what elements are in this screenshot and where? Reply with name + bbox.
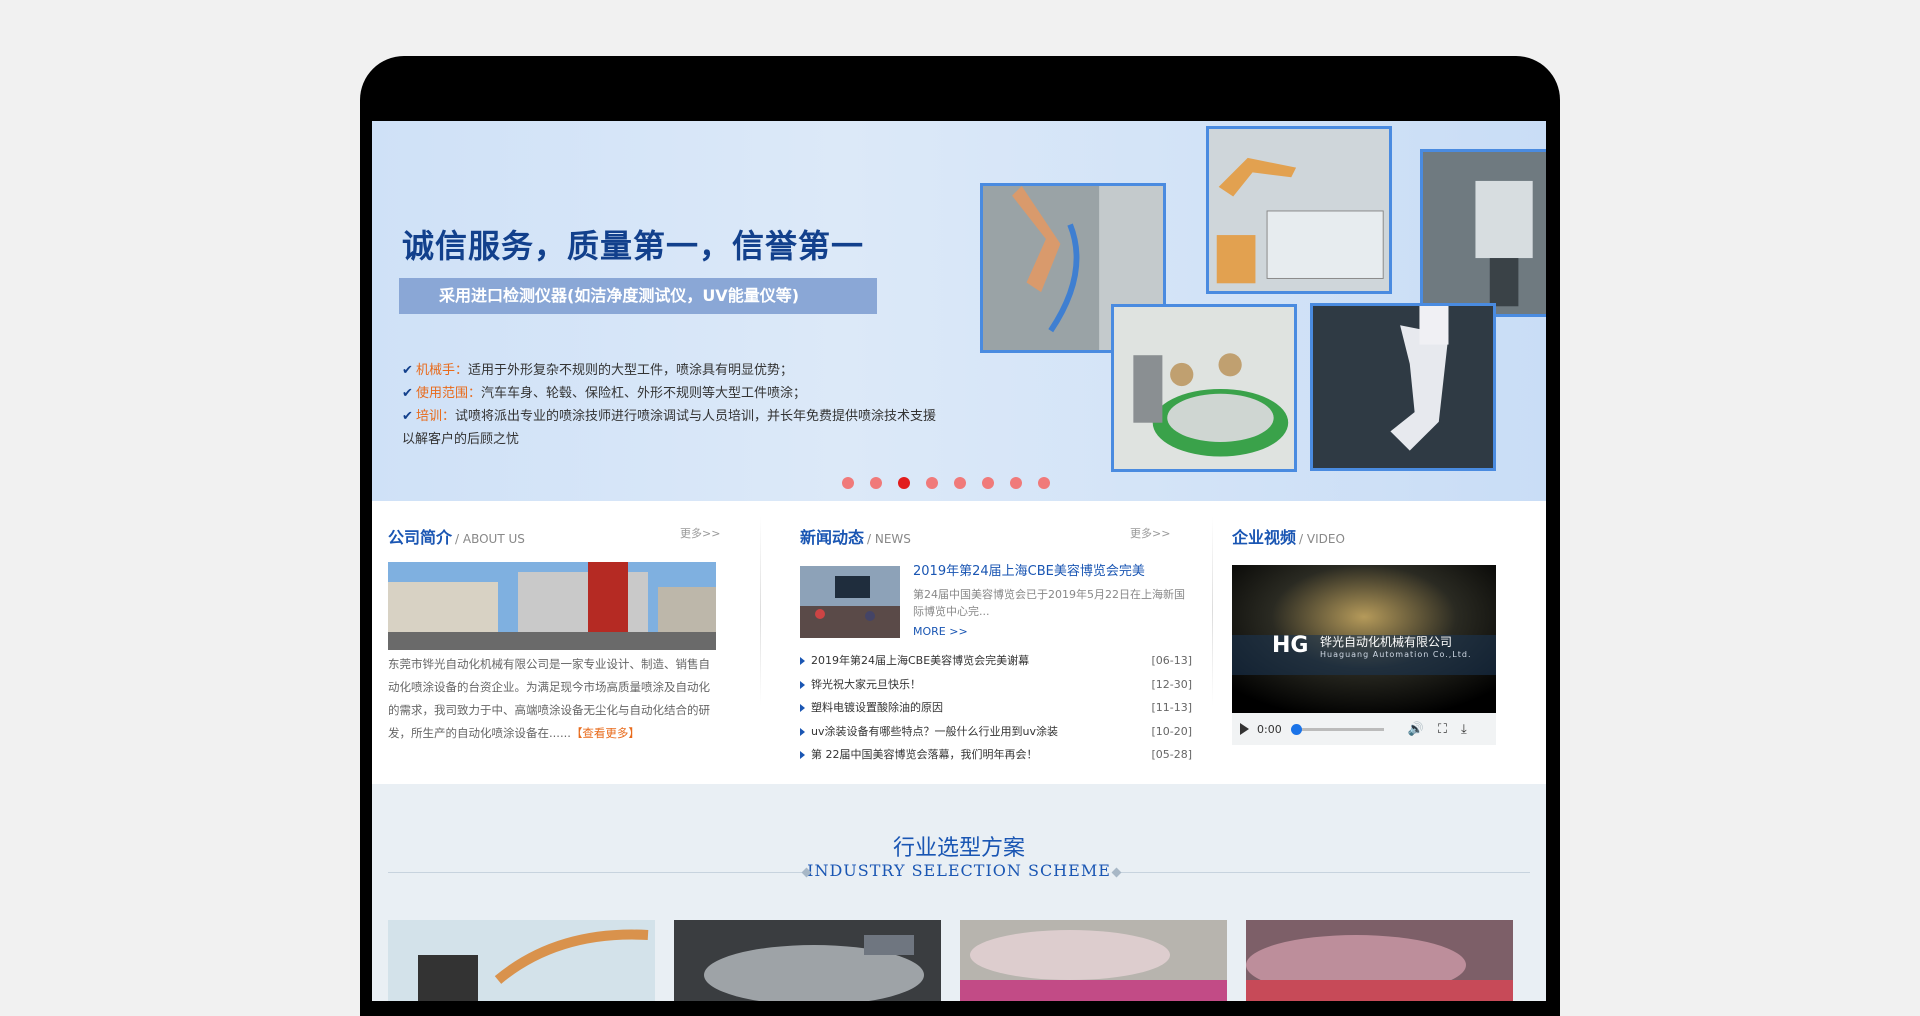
company-building-image [388,562,716,650]
video-progress-slider[interactable] [1290,723,1384,735]
slide-dot[interactable] [1010,477,1022,489]
check-icon: ✔ [402,409,413,424]
feature-2: ✔ 使用范围：汽车车身、轮毂、保险杠、外形不规则等大型工件喷涂； [402,382,962,405]
news-item[interactable]: 铧光祝大家元旦快乐！ [12-30] [800,673,1192,697]
case-spray-mist[interactable] [674,920,941,1001]
about-description: 东莞市铧光自动化机械有限公司是一家专业设计、制造、销售自动化喷涂设备的台资企业。… [388,657,710,740]
hg-logo-icon: HG [1272,633,1309,658]
news-more-link[interactable]: 更多>> [1130,525,1170,541]
feature-1: ✔ 机械手：适用于外形复杂不规则的大型工件，喷涂具有明显优势； [402,359,962,382]
feature-3: ✔ 培训：试喷将派出专业的喷涂技师进行喷涂调试与人员培训，并长年免费提供喷涂技术支… [402,405,962,428]
news-item[interactable]: uv涂装设备有哪些特点？一般什么行业用到uv涂装 [10-20] [800,720,1192,744]
about-more-link[interactable]: 更多>> [680,525,720,541]
news-item-date: [12-30] [1151,677,1192,691]
news-item[interactable]: 第 22届中国美容博览会落幕，我们明年再会！ [05-28] [800,743,1192,767]
slide-dot[interactable] [898,477,910,489]
news-thumbnail[interactable] [800,566,900,638]
slide-dot[interactable] [842,477,854,489]
slide-dot[interactable] [1038,477,1050,489]
slide-dot[interactable] [982,477,994,489]
slide-dot[interactable] [870,477,882,489]
news-item-title: 塑料电镀设置酸除油的原因 [811,701,943,714]
industry-subtitle: INDUSTRY SELECTION SCHEME [807,861,1111,880]
download-icon[interactable]: ⤓ [1461,722,1467,737]
play-icon[interactable] [1240,723,1249,735]
column-divider [1212,516,1213,706]
spray-booth-photo [1206,126,1392,294]
banner-strip: 采用进口检测仪器(如洁净度测试仪，UV能量仪等) [399,278,877,314]
industry-title: 行业选型方案 [892,836,1025,861]
read-more-link[interactable]: 【查看更多】 [571,726,640,740]
divider-right [1116,872,1530,873]
hero-banner: 诚信服务，质量第一，信誉第一 采用进口检测仪器(如洁净度测试仪，UV能量仪等) … [372,121,1546,501]
case-robot-arm[interactable] [388,920,655,1001]
news-item[interactable]: 2019年第24届上海CBE美容博览会完美谢幕 [06-13] [800,649,1192,673]
about-heading: 公司简介 / ABOUT US [388,528,525,547]
column-divider [760,516,761,706]
slide-dot[interactable] [954,477,966,489]
featured-news-title[interactable]: 2019年第24届上海CBE美容博览会完美 [913,562,1193,582]
news-item-title: 2019年第24届上海CBE美容博览会完美谢幕 [811,654,1030,667]
news-item-date: [06-13] [1151,654,1192,667]
featured-news-more[interactable]: MORE >> [913,625,1193,638]
fullscreen-icon[interactable]: ⛶ [1438,722,1447,737]
volume-icon[interactable]: 🔊 [1408,722,1424,737]
news-item[interactable]: 塑料电镀设置酸除油的原因 [11-13] [800,696,1192,720]
news-item-title: 铧光祝大家元旦快乐！ [811,677,921,691]
conveyor-line-photo [1111,304,1297,472]
divider-left [388,872,810,873]
white-robot-photo [1310,303,1496,471]
featured-news-desc: 第24届中国美容博览会已于2019年5月22日在上海新国际博览中心完... [913,588,1185,618]
feature-3-continued: 以解客户的后顾之忧 [402,432,520,447]
slide-indicators [842,477,1050,489]
banner-title: 诚信服务，质量第一，信誉第一 [402,227,865,265]
news-item-date: [11-13] [1151,701,1192,714]
video-company-en: Huaguang Automation Co.,Ltd. [1320,650,1472,659]
video-heading: 企业视频 / VIDEO [1232,528,1345,547]
news-item-title: 第 22届中国美容博览会落幕，我们明年再会！ [811,748,1038,761]
featured-news: 2019年第24届上海CBE美容博览会完美 第24届中国美容博览会已于2019年… [913,562,1193,638]
case-cup-coating[interactable] [960,920,1227,1001]
case-pink-spray[interactable] [1246,920,1513,1001]
check-icon: ✔ [402,363,413,378]
video-controls: 0:00 🔊 ⛶ ⤓ [1232,713,1496,745]
equipment-photo [1420,149,1546,317]
news-item-date: [10-20] [1151,724,1192,738]
website-screen: 诚信服务，质量第一，信誉第一 采用进口检测仪器(如洁净度测试仪，UV能量仪等) … [372,121,1546,1001]
news-item-title: uv涂装设备有哪些特点？一般什么行业用到uv涂装 [811,724,1058,738]
video-time: 0:00 [1257,722,1282,736]
industry-section: 行业选型方案 INDUSTRY SELECTION SCHEME [372,784,1546,1001]
check-icon: ✔ [402,386,413,401]
news-item-date: [05-28] [1151,748,1192,761]
news-heading: 新闻动态 / NEWS [800,528,911,547]
news-list: 2019年第24届上海CBE美容博览会完美谢幕 [06-13] 铧光祝大家元旦快乐！… [800,649,1192,767]
slide-dot[interactable] [926,477,938,489]
video-company-name: 铧光自动化机械有限公司 [1320,635,1453,649]
